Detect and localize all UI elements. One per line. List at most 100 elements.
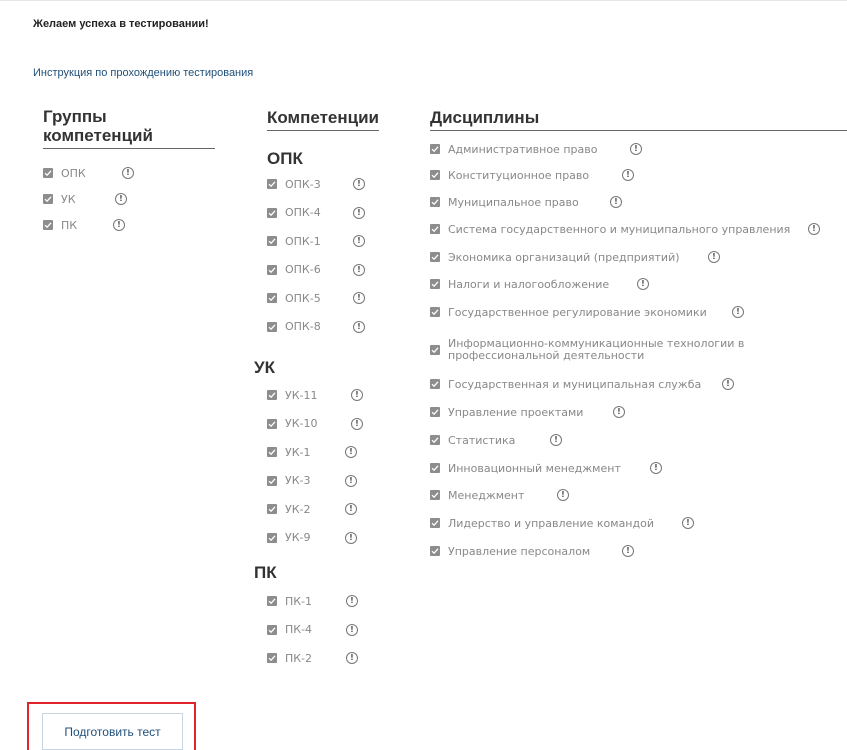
info-icon[interactable]: ! xyxy=(345,531,357,544)
discipline-7-row[interactable]: Информационно-коммуникационные технологи… xyxy=(430,338,847,362)
info-icon[interactable]: ! xyxy=(122,167,134,179)
group-ук-checkbox[interactable] xyxy=(43,194,53,204)
discipline-9-checkbox[interactable] xyxy=(430,407,440,417)
info-icon[interactable]: ! xyxy=(353,320,365,333)
competency-opk-0-row[interactable]: ОПК-3 xyxy=(267,176,321,192)
info-icon[interactable]: ! xyxy=(637,278,649,290)
discipline-3-checkbox[interactable] xyxy=(430,224,440,234)
info-icon[interactable]: ! xyxy=(613,406,625,418)
discipline-8-checkbox[interactable] xyxy=(430,379,440,389)
competency-pk-1-checkbox[interactable] xyxy=(267,624,277,635)
competency-uk-0-checkbox[interactable] xyxy=(267,390,277,400)
discipline-13-checkbox[interactable] xyxy=(430,518,440,528)
discipline-2-row[interactable]: Муниципальное право xyxy=(430,194,579,210)
discipline-8-row[interactable]: Государственная и муниципальная служба xyxy=(430,376,701,392)
group-опк-checkbox[interactable] xyxy=(43,168,53,178)
discipline-3-row[interactable]: Система государственного и муниципальног… xyxy=(430,221,790,237)
instruction-link[interactable]: Инструкция по прохождению тестирования xyxy=(33,67,253,79)
discipline-4-checkbox[interactable] xyxy=(430,252,440,262)
discipline-2-checkbox[interactable] xyxy=(430,197,440,207)
info-icon[interactable]: ! xyxy=(708,251,720,263)
info-icon[interactable]: ! xyxy=(353,235,365,247)
competency-opk-2-checkbox[interactable] xyxy=(267,236,277,246)
discipline-11-row[interactable]: Инновационный менеджмент xyxy=(430,460,621,476)
group-пк-checkbox[interactable] xyxy=(43,220,53,230)
discipline-5-row[interactable]: Налоги и налогообложение xyxy=(430,276,609,292)
competency-opk-1-checkbox[interactable] xyxy=(267,207,277,218)
group-опк-row[interactable]: ОПК xyxy=(43,165,86,181)
competency-uk-4-checkbox[interactable] xyxy=(267,504,277,514)
competency-pk-2-row[interactable]: ПК-2 xyxy=(267,650,312,666)
info-icon[interactable]: ! xyxy=(722,378,734,390)
info-icon[interactable]: ! xyxy=(345,474,357,487)
group-пк-row[interactable]: ПК xyxy=(43,217,77,233)
info-icon[interactable]: ! xyxy=(115,193,127,205)
discipline-6-checkbox[interactable] xyxy=(430,307,440,317)
discipline-14-checkbox[interactable] xyxy=(430,546,440,556)
competency-uk-3-row[interactable]: УК-3 xyxy=(267,473,310,489)
competency-pk-0-row[interactable]: ПК-1 xyxy=(267,593,312,609)
info-icon[interactable]: ! xyxy=(346,623,358,636)
competency-uk-5-row[interactable]: УК-9 xyxy=(267,530,310,546)
discipline-1-row[interactable]: Конституционное право xyxy=(430,167,589,183)
discipline-1-checkbox[interactable] xyxy=(430,170,440,180)
discipline-4-row[interactable]: Экономика организаций (предприятий) xyxy=(430,249,680,265)
info-icon[interactable]: ! xyxy=(345,503,357,515)
prepare-test-button[interactable]: Подготовить тест xyxy=(42,713,183,750)
info-icon[interactable]: ! xyxy=(353,292,365,304)
discipline-0-row[interactable]: Административное право xyxy=(430,141,597,157)
competency-opk-0-checkbox[interactable] xyxy=(267,179,277,189)
competency-opk-2-row[interactable]: ОПК-1 xyxy=(267,233,321,249)
discipline-6-row[interactable]: Государственное регулирование экономики xyxy=(430,304,707,320)
info-icon[interactable]: ! xyxy=(630,143,642,155)
info-icon[interactable]: ! xyxy=(351,417,363,430)
info-icon[interactable]: ! xyxy=(353,206,365,219)
discipline-14-row[interactable]: Управление персоналом xyxy=(430,543,590,559)
info-icon[interactable]: ! xyxy=(113,219,125,231)
info-icon[interactable]: ! xyxy=(353,263,365,276)
competency-uk-4-row[interactable]: УК-2 xyxy=(267,501,310,517)
info-icon[interactable]: ! xyxy=(557,489,569,501)
discipline-12-row[interactable]: Менеджмент xyxy=(430,487,524,503)
discipline-10-checkbox[interactable] xyxy=(430,435,440,445)
competency-opk-3-row[interactable]: ОПК-6 xyxy=(267,262,321,278)
discipline-11-checkbox[interactable] xyxy=(430,463,440,473)
competency-pk-1-row[interactable]: ПК-4 xyxy=(267,622,312,638)
group-ук-row[interactable]: УК xyxy=(43,191,76,207)
info-icon[interactable]: ! xyxy=(346,652,358,664)
competency-pk-0-checkbox[interactable] xyxy=(267,596,277,606)
discipline-7-checkbox[interactable] xyxy=(430,345,440,355)
competency-opk-3-checkbox[interactable] xyxy=(267,264,277,275)
info-icon[interactable]: ! xyxy=(808,223,820,235)
discipline-12-checkbox[interactable] xyxy=(430,490,440,500)
competency-uk-2-row[interactable]: УК-1 xyxy=(267,444,310,460)
info-icon[interactable]: ! xyxy=(622,169,634,181)
competency-opk-1-row[interactable]: ОПК-4 xyxy=(267,205,321,221)
competency-uk-0-row[interactable]: УК-11 xyxy=(267,387,317,403)
info-icon[interactable]: ! xyxy=(345,446,357,458)
info-icon[interactable]: ! xyxy=(682,517,694,529)
info-icon[interactable]: ! xyxy=(732,306,744,318)
discipline-9-row[interactable]: Управление проектами xyxy=(430,404,583,420)
competency-opk-4-row[interactable]: ОПК-5 xyxy=(267,290,321,306)
competency-uk-3-checkbox[interactable] xyxy=(267,475,277,486)
competency-uk-1-checkbox[interactable] xyxy=(267,418,277,429)
info-icon[interactable]: ! xyxy=(610,196,622,208)
info-icon[interactable]: ! xyxy=(550,434,562,446)
info-icon[interactable]: ! xyxy=(622,545,634,557)
competency-uk-1-row[interactable]: УК-10 xyxy=(267,416,317,432)
competency-opk-5-checkbox[interactable] xyxy=(267,321,277,332)
competency-pk-2-checkbox[interactable] xyxy=(267,653,277,663)
competency-opk-5-row[interactable]: ОПК-8 xyxy=(267,319,321,335)
info-icon[interactable]: ! xyxy=(353,178,365,190)
info-icon[interactable]: ! xyxy=(650,462,662,474)
discipline-10-row[interactable]: Статистика xyxy=(430,432,515,448)
info-icon[interactable]: ! xyxy=(346,595,358,607)
info-icon[interactable]: ! xyxy=(351,389,363,401)
competency-uk-5-checkbox[interactable] xyxy=(267,532,277,543)
discipline-0-checkbox[interactable] xyxy=(430,144,440,154)
discipline-5-checkbox[interactable] xyxy=(430,279,440,289)
discipline-13-row[interactable]: Лидерство и управление командой xyxy=(430,515,654,531)
competency-uk-2-checkbox[interactable] xyxy=(267,447,277,457)
competency-opk-4-checkbox[interactable] xyxy=(267,293,277,303)
